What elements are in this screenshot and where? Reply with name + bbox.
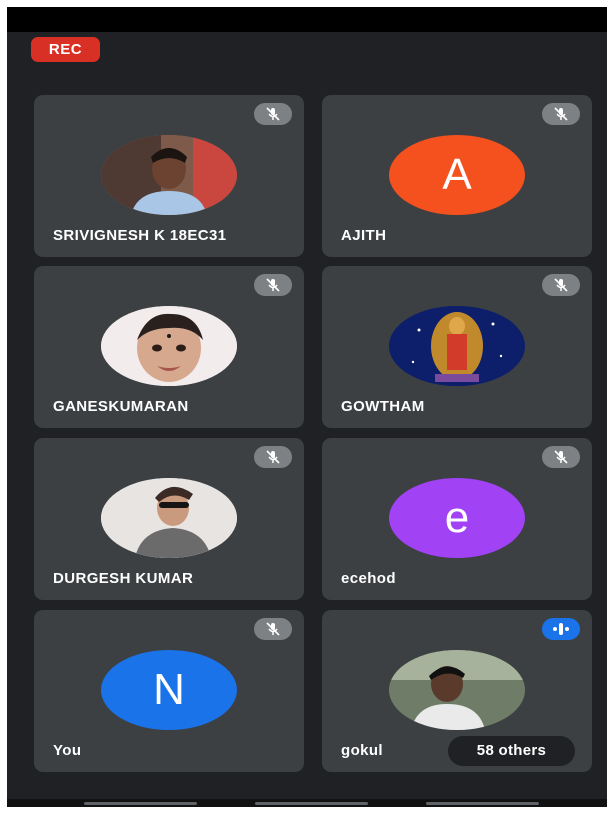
others-count-button[interactable]: 58 others bbox=[448, 736, 575, 766]
avatar-initial: e bbox=[389, 478, 525, 558]
avatar-letter: e bbox=[444, 493, 470, 542]
participant-tile[interactable]: N You bbox=[34, 610, 304, 772]
avatar-letter: N bbox=[153, 665, 185, 714]
participant-tile[interactable]: DURGESH KUMAR bbox=[34, 438, 304, 600]
avatar-initial: N bbox=[101, 650, 237, 730]
participant-name: GOWTHAM bbox=[341, 398, 425, 415]
mic-off-icon bbox=[254, 446, 292, 468]
avatar-letter: A bbox=[442, 150, 472, 199]
participant-name: DURGESH KUMAR bbox=[53, 570, 194, 587]
mic-off-icon bbox=[542, 103, 580, 125]
avatar bbox=[101, 135, 237, 215]
mic-off-icon bbox=[254, 618, 292, 640]
participant-tile[interactable]: GOWTHAM bbox=[322, 266, 592, 428]
nav-bar bbox=[7, 799, 607, 807]
mic-off-icon bbox=[254, 103, 292, 125]
nav-indicator bbox=[426, 802, 539, 805]
participant-name: gokul bbox=[341, 742, 383, 759]
avatar-initial: A bbox=[389, 135, 525, 215]
mic-off-icon bbox=[254, 274, 292, 296]
avatar bbox=[389, 650, 525, 730]
mic-off-icon bbox=[542, 274, 580, 296]
participant-name: ecehod bbox=[341, 570, 396, 587]
status-bar bbox=[7, 7, 607, 32]
nav-indicator bbox=[84, 802, 197, 805]
nav-indicator bbox=[255, 802, 368, 805]
participant-tile[interactable]: A AJITH bbox=[322, 95, 592, 257]
mic-off-icon bbox=[542, 446, 580, 468]
participant-tile[interactable]: SRIVIGNESH K 18EC31 bbox=[34, 95, 304, 257]
participant-name: SRIVIGNESH K 18EC31 bbox=[53, 227, 227, 244]
participant-name: You bbox=[53, 742, 82, 759]
participant-tile[interactable]: e ecehod bbox=[322, 438, 592, 600]
participant-tile[interactable]: GANESKUMARAN bbox=[34, 266, 304, 428]
recording-badge: REC bbox=[31, 37, 100, 62]
participant-name: AJITH bbox=[341, 227, 387, 244]
avatar bbox=[101, 306, 237, 386]
avatar bbox=[101, 478, 237, 558]
avatar bbox=[389, 306, 525, 386]
participant-tile[interactable]: gokul 58 others bbox=[322, 610, 592, 772]
audio-level-icon bbox=[542, 618, 580, 640]
participant-name: GANESKUMARAN bbox=[53, 398, 189, 415]
meeting-screen: REC SRIVIGNESH K 18EC31 A AJITH GANESKUM… bbox=[7, 7, 607, 807]
